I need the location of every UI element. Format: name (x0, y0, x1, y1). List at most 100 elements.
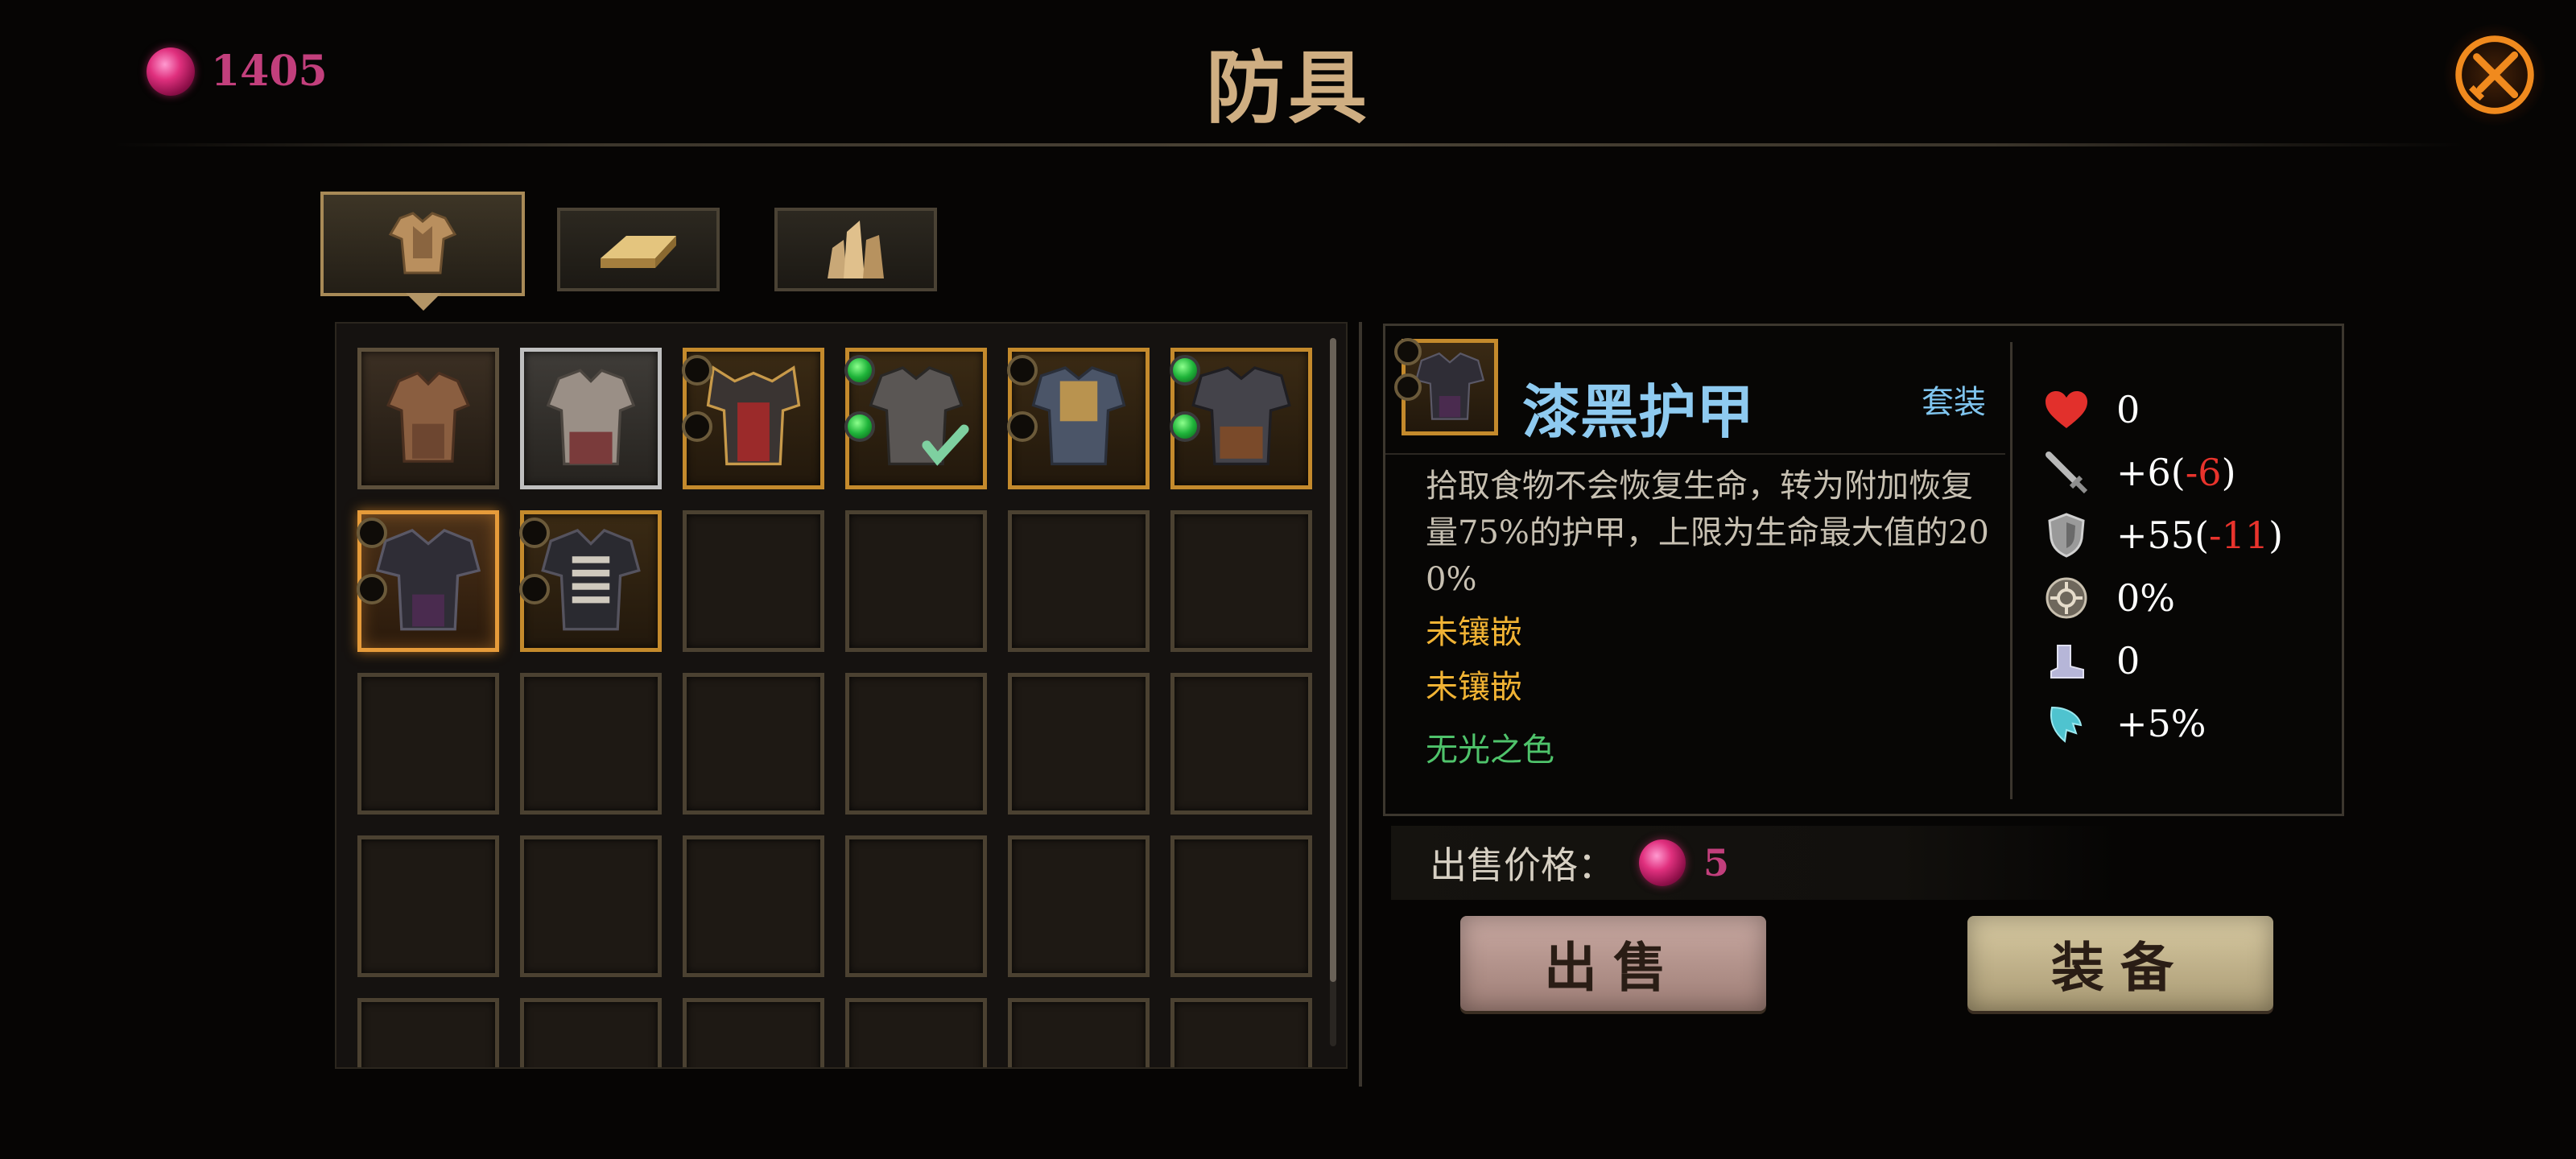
panel-divider (1359, 322, 1362, 1087)
inventory-slot-3[interactable] (682, 348, 824, 489)
inventory-slot-empty[interactable] (683, 510, 824, 652)
inventory-slot-6[interactable] (1170, 348, 1312, 489)
inventory-slot-empty[interactable] (683, 835, 824, 977)
sword-icon (2042, 448, 2091, 497)
inventory-slot-empty[interactable] (1170, 998, 1312, 1067)
crit-rune-icon (2042, 574, 2091, 622)
stat-crit: 0% (2042, 574, 2175, 622)
inventory-slot-empty[interactable] (683, 998, 824, 1067)
attack-base: +6( (2116, 451, 2186, 494)
stat-defense: +55(-11) (2042, 511, 2283, 559)
selected-item-icon (1394, 338, 1498, 435)
inventory-slot-empty[interactable] (845, 835, 987, 977)
price-value: 5 (1703, 841, 1730, 885)
tab-materials[interactable] (557, 208, 720, 291)
set-name: 无光之色 (1426, 732, 1554, 769)
defense-base: +55( (2116, 514, 2210, 557)
socket-empty (357, 574, 387, 604)
item-description: 拾取食物不会恢复生命，转为附加恢复 量75%的护甲，上限为生命最大值的20 0% (1426, 463, 1989, 603)
socket-gem-green (844, 355, 875, 386)
socket-gem-green (1170, 355, 1200, 386)
equip-button[interactable]: 装备 (1967, 916, 2273, 1011)
socket-status-2: 未镶嵌 (1426, 669, 1522, 706)
stat-health-value: 0 (2116, 388, 2140, 431)
socket-empty (357, 518, 387, 548)
leather-armor-icon (386, 371, 471, 463)
socket-empty (1394, 373, 1422, 401)
wing-claw-icon (2042, 699, 2091, 748)
inventory-slot-empty[interactable] (357, 673, 499, 815)
sell-button[interactable]: 出售 (1460, 916, 1766, 1011)
socket-gem-green (844, 411, 875, 442)
socket-empty (682, 355, 712, 386)
plate-armor-icon (546, 369, 636, 466)
inventory-slot-1[interactable] (357, 348, 499, 489)
soul-gem-icon (1639, 839, 1686, 886)
stat-attack: +6(-6) (2042, 448, 2236, 497)
boot-icon (2042, 637, 2091, 685)
inventory-slot-empty[interactable] (357, 998, 499, 1067)
inventory-slot-empty[interactable] (357, 835, 499, 977)
stat-health: 0 (2042, 386, 2140, 434)
close-button[interactable] (2444, 24, 2545, 126)
price-label: 出售价格： (1430, 843, 1615, 887)
item-name: 漆黑护甲 (1522, 377, 1755, 446)
socket-empty (519, 518, 550, 548)
inventory-slot-8[interactable] (519, 510, 662, 652)
inventory-slot-empty[interactable] (1008, 835, 1150, 977)
inventory-grid (335, 322, 1348, 1069)
inventory-slot-empty[interactable] (1170, 510, 1312, 652)
tab-pointer-indicator (406, 293, 441, 311)
stat-special-value: +5% (2116, 702, 2207, 745)
page-title: 防具 (1205, 42, 1370, 134)
inventory-slot-empty[interactable] (1170, 835, 1312, 977)
attack-diff: -6 (2185, 451, 2222, 494)
inventory-slot-2[interactable] (520, 348, 662, 489)
socket-empty (682, 411, 712, 442)
tab-crystals[interactable] (774, 208, 937, 291)
description-line: 拾取食物不会恢复生命，转为附加恢复 (1426, 468, 1973, 505)
stat-crit-value: 0% (2116, 576, 2175, 620)
set-info-link[interactable]: 套装 (1922, 376, 1986, 423)
inventory-scrollbar[interactable] (1330, 338, 1336, 1046)
inventory-slot-empty[interactable] (1170, 673, 1312, 815)
socket-status-1: 未镶嵌 (1426, 614, 1522, 651)
stat-special: +5% (2042, 699, 2207, 748)
inventory-slot-empty[interactable] (1008, 998, 1150, 1067)
header-divider (113, 143, 2463, 146)
inventory-slot-4[interactable] (844, 348, 987, 489)
stat-defense-value: +55(-11) (2116, 514, 2283, 557)
sell-price-bar: 出售价格： 5 (1391, 826, 2116, 900)
inventory-slot-empty[interactable] (845, 998, 987, 1067)
heart-icon (2042, 386, 2091, 434)
defense-close: ) (2268, 514, 2284, 557)
shield-icon (2042, 511, 2091, 559)
stats-divider (2010, 342, 2013, 799)
socket-empty (1007, 355, 1038, 386)
attack-close: ) (2221, 451, 2236, 494)
ingot-icon (601, 236, 676, 268)
inventory-slot-5[interactable] (1007, 348, 1150, 489)
socket-empty (1394, 338, 1422, 365)
item-detail-panel: 漆黑护甲 套装 拾取食物不会恢复生命，转为附加恢复 量75%的护甲，上限为生命最… (1383, 324, 2344, 816)
description-line: 0% (1426, 561, 1477, 598)
inventory-slot-7-selected[interactable] (357, 510, 499, 652)
tab-armor[interactable] (320, 192, 525, 296)
inventory-slot-empty[interactable] (520, 673, 662, 815)
inventory-slot-empty[interactable] (845, 510, 987, 652)
inventory-slot-empty[interactable] (1008, 673, 1150, 815)
description-line: 量75%的护甲，上限为生命最大值的20 (1426, 514, 1989, 551)
stat-attack-value: +6(-6) (2116, 451, 2236, 494)
socket-empty (519, 574, 550, 604)
armor-icon (388, 212, 457, 274)
inventory-slot-empty[interactable] (520, 835, 662, 977)
name-divider (1385, 453, 2005, 455)
defense-diff: -11 (2209, 514, 2269, 557)
inventory-slot-empty[interactable] (845, 673, 987, 815)
inventory-slot-empty[interactable] (1008, 510, 1150, 652)
inventory-slot-empty[interactable] (520, 998, 662, 1067)
scrollbar-thumb[interactable] (1330, 338, 1336, 982)
socket-gem-green (1170, 411, 1200, 442)
close-icon (2455, 35, 2534, 114)
inventory-slot-empty[interactable] (683, 673, 824, 815)
